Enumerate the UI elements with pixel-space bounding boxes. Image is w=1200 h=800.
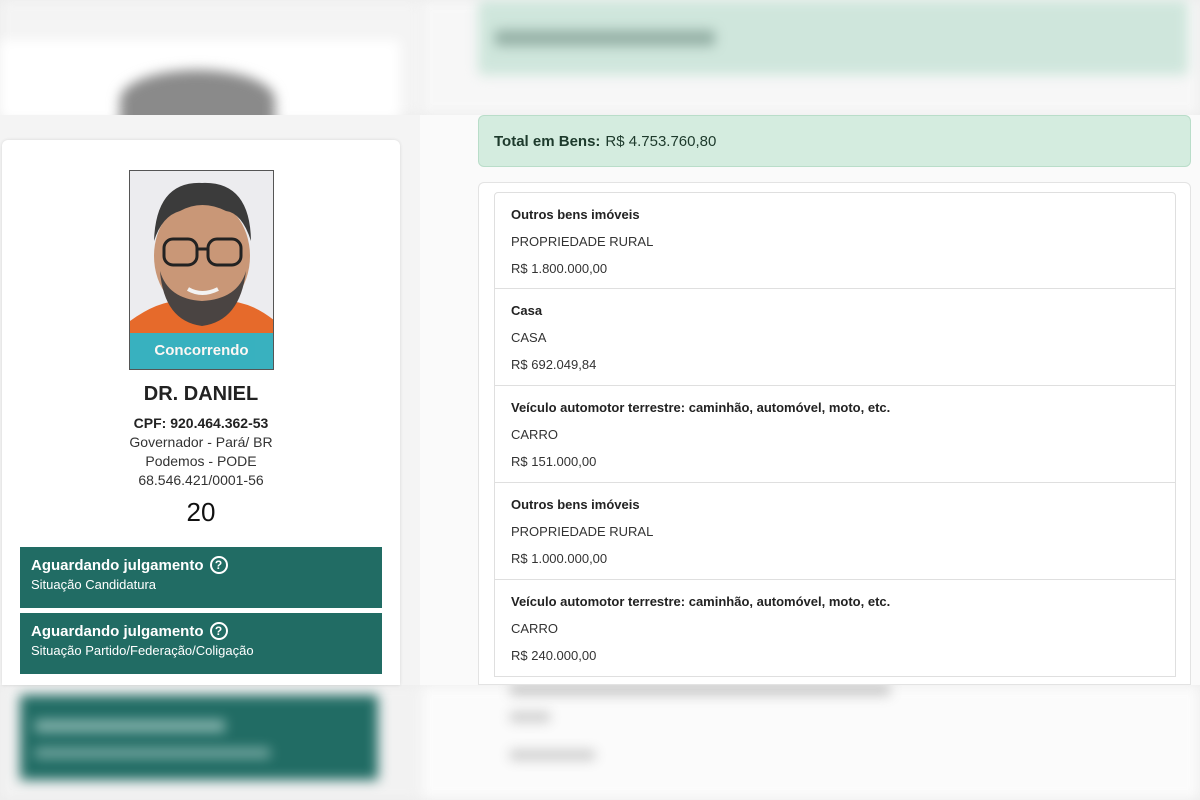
asset-description: CASA [511, 330, 547, 345]
candidate-card: Concorrendo DR. DANIEL CPF: 920.464.362-… [2, 140, 400, 685]
help-icon[interactable]: ? [209, 622, 228, 640]
candidate-name: DR. DANIEL [143, 383, 259, 405]
screen: Concorrendo DR. DANIEL CPF: 920.464.362-… [0, 0, 1200, 800]
status-candidacy-subtitle: Situação Candidatura [31, 577, 157, 592]
candidate-cpf: CPF: 920.464.362-53 [133, 415, 269, 431]
blurred-asset-text-1 [510, 685, 890, 695]
help-icon[interactable]: ? [209, 556, 228, 574]
blurred-asset-text-3 [510, 750, 595, 760]
candidate-status-badge: Concorrendo [130, 333, 273, 369]
asset-description: PROPRIEDADE RURAL [511, 234, 654, 249]
status-candidacy: Aguardando julgamento ? Situação Candida… [20, 547, 382, 608]
candidate-photo: Concorrendo [129, 170, 274, 370]
status-party: Aguardando julgamento ? Situação Partido… [20, 613, 382, 674]
candidate-office: Governador - Pará/ BR [129, 434, 273, 450]
blurred-text-top [495, 30, 715, 46]
asset-value: R$ 151.000,00 [511, 454, 597, 469]
asset-value: R$ 692.049,84 [511, 357, 597, 372]
candidate-cnpj: 68.546.421/0001-56 [138, 472, 264, 488]
status-party-title-row: Aguardando julgamento ? [31, 622, 371, 640]
list-item: Casa CASA R$ 692.049,84 [494, 289, 1176, 386]
list-item: Outros bens imóveis PROPRIEDADE RURAL R$… [494, 483, 1176, 580]
asset-value: R$ 240.000,00 [511, 648, 597, 663]
candidate-number: 20 [186, 497, 216, 527]
asset-value: R$ 1.800.000,00 [511, 261, 608, 276]
status-party-subtitle: Situação Partido/Federação/Coligação [31, 643, 254, 658]
status-candidacy-title-row: Aguardando julgamento ? [31, 556, 371, 574]
status-party-title: Aguardando julgamento [31, 622, 204, 640]
asset-type: Veículo automotor terrestre: caminhão, a… [511, 400, 891, 415]
asset-type: Casa [511, 303, 543, 318]
asset-description: CARRO [511, 427, 558, 442]
total-assets-banner: Total em Bens: R$ 4.753.760,80 [478, 115, 1191, 167]
candidate-party: Podemos - PODE [145, 453, 257, 469]
blurred-asset-text-2 [510, 712, 550, 722]
status-candidacy-title: Aguardando julgamento [31, 556, 204, 574]
blurred-status-box-bottom [20, 695, 378, 780]
asset-type: Veículo automotor terrestre: caminhão, a… [511, 594, 891, 609]
list-item: Outros bens imóveis PROPRIEDADE RURAL R$… [494, 192, 1176, 289]
asset-type: Outros bens imóveis [511, 207, 640, 222]
asset-value: R$ 1.000.000,00 [511, 551, 608, 566]
asset-list: Outros bens imóveis PROPRIEDADE RURAL R$… [494, 192, 1176, 677]
list-item: Veículo automotor terrestre: caminhão, a… [494, 580, 1176, 677]
total-assets-label: Total em Bens: [494, 132, 601, 150]
blurred-text-bottom-1 [35, 720, 225, 732]
asset-description: PROPRIEDADE RURAL [511, 524, 654, 539]
asset-description: CARRO [511, 621, 558, 636]
blurred-text-bottom-2 [35, 748, 270, 758]
blurred-background-bottom-right [420, 685, 1200, 800]
assets-panel: Outros bens imóveis PROPRIEDADE RURAL R$… [478, 182, 1191, 685]
asset-type: Outros bens imóveis [511, 497, 640, 512]
list-item: Veículo automotor terrestre: caminhão, a… [494, 386, 1176, 483]
total-assets-value: R$ 4.753.760,80 [605, 132, 717, 150]
